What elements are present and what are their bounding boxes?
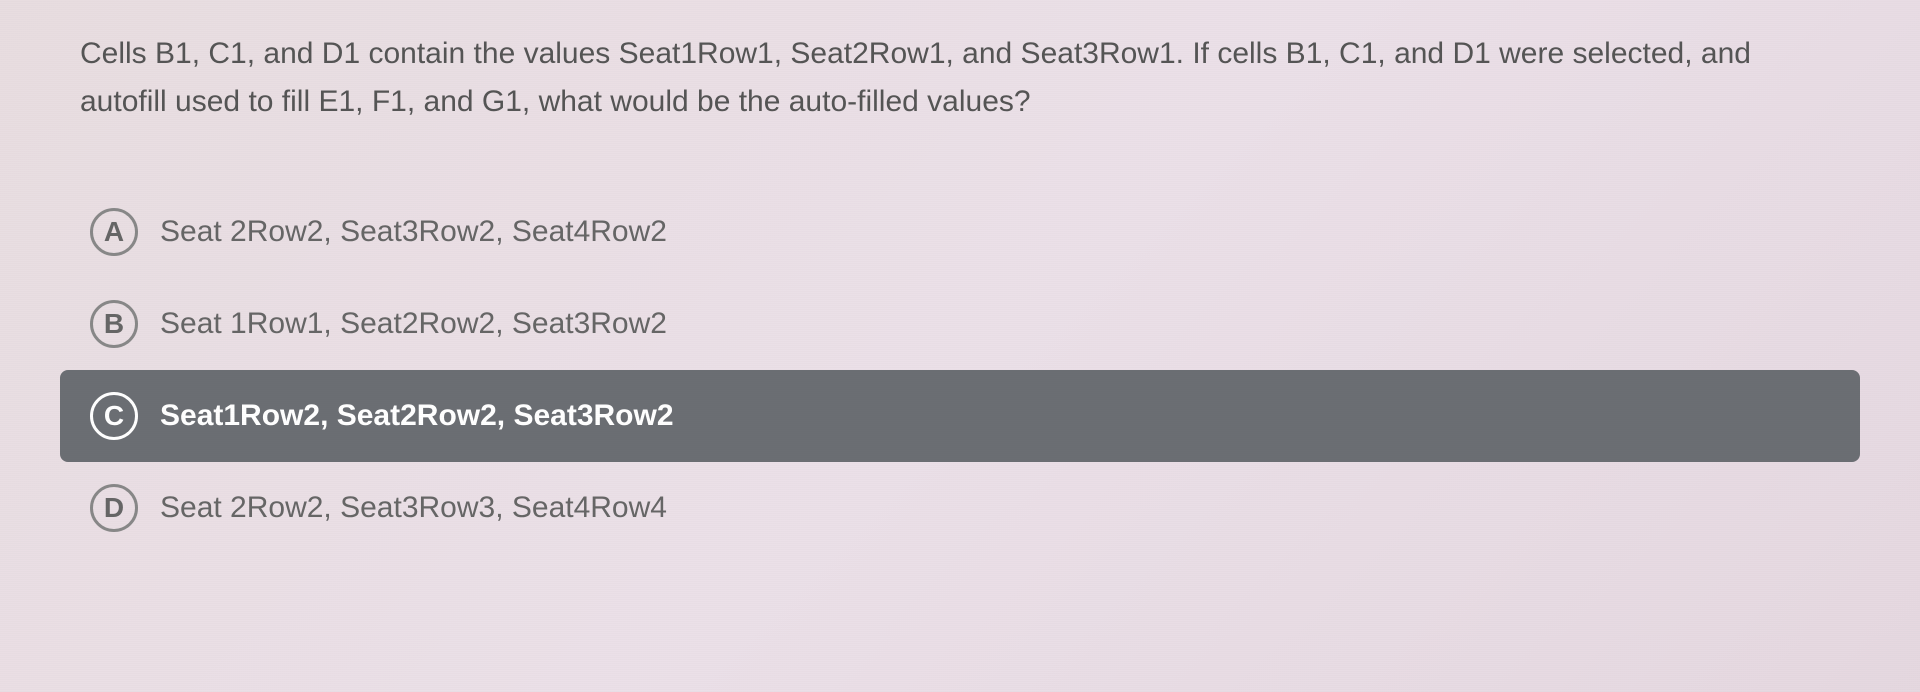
option-d[interactable]: D Seat 2Row2, Seat3Row3, Seat4Row4 [60, 462, 1860, 554]
option-letter-d: D [90, 484, 138, 532]
option-text-d: Seat 2Row2, Seat3Row3, Seat4Row4 [160, 491, 667, 525]
question-text: Cells B1, C1, and D1 contain the values … [60, 20, 1860, 136]
option-text-a: Seat 2Row2, Seat3Row2, Seat4Row2 [160, 215, 667, 249]
option-text-c: Seat1Row2, Seat2Row2, Seat3Row2 [160, 399, 674, 433]
option-letter-a: A [90, 208, 138, 256]
option-text-b: Seat 1Row1, Seat2Row2, Seat3Row2 [160, 307, 667, 341]
option-letter-c: C [90, 392, 138, 440]
option-c[interactable]: C Seat1Row2, Seat2Row2, Seat3Row2 [60, 370, 1860, 462]
option-b[interactable]: B Seat 1Row1, Seat2Row2, Seat3Row2 [60, 278, 1860, 370]
option-a[interactable]: A Seat 2Row2, Seat3Row2, Seat4Row2 [60, 186, 1860, 278]
question-container: Cells B1, C1, and D1 contain the values … [60, 20, 1860, 554]
options-list: A Seat 2Row2, Seat3Row2, Seat4Row2 B Sea… [60, 186, 1860, 554]
option-letter-b: B [90, 300, 138, 348]
